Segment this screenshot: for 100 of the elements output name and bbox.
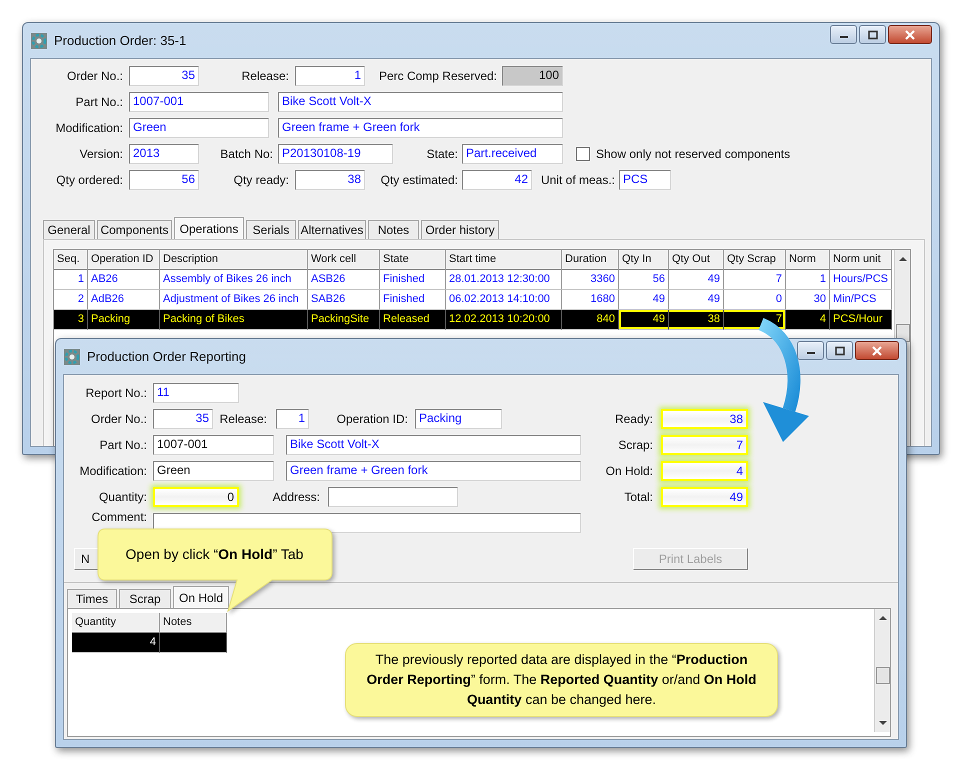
callout-text: Open by click “On Hold” Tab xyxy=(124,545,304,564)
minimize-button[interactable] xyxy=(830,25,857,44)
input-field[interactable]: 1 xyxy=(276,409,309,429)
table-row[interactable]: 3 Packing Packing of Bikes PackingSite Released 12.02.2013 10:20:00 840 49 38 7 4 PCS/Hour xyxy=(54,310,892,330)
checkbox[interactable] xyxy=(576,147,590,161)
column-header[interactable]: Seq. xyxy=(54,250,88,270)
scroll-up-icon[interactable] xyxy=(898,256,908,262)
gear-icon xyxy=(63,348,81,366)
column-header[interactable]: Qty In xyxy=(619,250,669,270)
field-label: Quantity: xyxy=(98,490,147,504)
gear-icon xyxy=(30,32,48,50)
field-label: Qty ordered: xyxy=(55,173,123,187)
table-cell: 49 xyxy=(669,270,724,290)
table-cell: PCS/Hour xyxy=(830,310,892,330)
table-cell: 840 xyxy=(562,310,619,330)
tab[interactable]: Components xyxy=(97,220,172,239)
tab[interactable]: Times xyxy=(67,589,117,608)
input-field[interactable]: 35 xyxy=(129,66,199,86)
maximize-button[interactable] xyxy=(859,25,886,44)
field-label: Version: xyxy=(78,147,123,161)
tab[interactable]: On Hold xyxy=(173,586,229,608)
input-field[interactable]: 7 xyxy=(661,435,748,455)
maximize-button[interactable] xyxy=(826,341,853,360)
input-field[interactable] xyxy=(153,513,581,533)
input-field[interactable]: 35 xyxy=(153,409,213,429)
table-cell: 4 xyxy=(786,310,830,330)
scroll-up-icon[interactable] xyxy=(878,615,888,621)
column-header[interactable]: Norm xyxy=(786,250,830,270)
input-field[interactable]: 100 xyxy=(502,66,563,86)
field-label: Operation ID: xyxy=(336,412,408,426)
close-button[interactable] xyxy=(855,341,899,360)
input-field[interactable]: Green xyxy=(129,118,269,138)
scrollbar[interactable] xyxy=(874,609,890,732)
field-label: Ready: xyxy=(614,412,653,426)
column-header[interactable]: Description xyxy=(160,250,308,270)
table-cell: 4 xyxy=(72,633,160,653)
column-header[interactable]: Start time xyxy=(446,250,562,270)
table-cell: Hours/PCS xyxy=(830,270,892,290)
input-field[interactable]: 1007-001 xyxy=(153,435,274,455)
field-label: Report No.: xyxy=(84,386,147,400)
table-row[interactable]: 1 AB26 Assembly of Bikes 26 inch ASB26 Finished 28.01.2013 12:30:00 3360 56 49 7 1 Hours/PCS xyxy=(54,270,892,290)
column-header[interactable]: State xyxy=(380,250,446,270)
column-header[interactable]: Notes xyxy=(160,613,227,633)
tab[interactable]: Notes xyxy=(368,220,419,239)
table-cell: 38 xyxy=(669,310,724,330)
tab[interactable]: General xyxy=(43,220,95,239)
table-row[interactable]: 4 xyxy=(72,633,227,653)
column-header[interactable]: Operation ID xyxy=(88,250,160,270)
minimize-button[interactable] xyxy=(797,341,824,360)
input-field[interactable]: 4 xyxy=(661,461,748,481)
field-label: Modification: xyxy=(54,121,123,135)
input-field[interactable]: Green frame + Green fork xyxy=(286,461,581,481)
tab[interactable]: Alternatives xyxy=(298,220,366,239)
input-field[interactable]: Green xyxy=(153,461,274,481)
input-field[interactable]: Packing xyxy=(415,409,502,429)
input-field[interactable]: 0 xyxy=(153,487,239,507)
column-header[interactable]: Quantity xyxy=(72,613,160,633)
input-field[interactable]: 11 xyxy=(153,383,239,403)
field-label: Part No.: xyxy=(74,95,123,109)
scroll-down-icon[interactable] xyxy=(878,720,888,726)
checkbox-label: Show only not reserved components xyxy=(596,147,790,161)
field-label: Modification: xyxy=(78,464,147,478)
input-field[interactable]: 2013 xyxy=(129,144,199,164)
window-title: Production Order Reporting xyxy=(87,349,246,364)
input-field[interactable]: Bike Scott Volt-X xyxy=(286,435,581,455)
field-label: Release: xyxy=(240,69,289,83)
input-field[interactable] xyxy=(328,487,458,507)
field-label: Release: xyxy=(218,412,267,426)
input-field[interactable]: Part.received xyxy=(462,144,563,164)
callout-text: The previously reported data are displayed in the “Production Order Reporting” form. The Reported Quantity or/and On Hold Quantity can be changed here. xyxy=(366,651,758,709)
table-cell: Released xyxy=(380,310,446,330)
tab[interactable]: Order history xyxy=(421,220,499,239)
column-header[interactable]: Duration xyxy=(562,250,619,270)
input-field[interactable]: 38 xyxy=(661,409,748,429)
field-label: Batch No: xyxy=(219,147,273,161)
field-label: On Hold: xyxy=(604,464,653,478)
tab[interactable]: Operations xyxy=(174,217,244,239)
input-field[interactable]: 38 xyxy=(295,170,365,190)
column-header[interactable]: Qty Out xyxy=(669,250,724,270)
table-cell: Packing xyxy=(88,310,160,330)
scroll-thumb[interactable] xyxy=(876,667,890,684)
input-field[interactable]: 1007-001 xyxy=(129,92,269,112)
column-header[interactable]: Work cell xyxy=(308,250,380,270)
input-field[interactable]: 56 xyxy=(129,170,199,190)
input-field[interactable]: P20130108-19 xyxy=(278,144,393,164)
field-label: Perc Comp Reserved: xyxy=(378,69,497,83)
table-cell: 3360 xyxy=(562,270,619,290)
column-header[interactable]: Qty Scrap xyxy=(724,250,786,270)
close-button[interactable] xyxy=(888,25,932,44)
input-field[interactable]: Bike Scott Volt-X xyxy=(278,92,563,112)
input-field[interactable]: 49 xyxy=(661,487,748,507)
input-field[interactable]: PCS xyxy=(619,170,671,190)
tab[interactable]: Scrap xyxy=(119,589,171,608)
field-label: Order No.: xyxy=(66,69,123,83)
table-cell: PackingSite xyxy=(308,310,380,330)
tab[interactable]: Serials xyxy=(246,220,296,239)
column-header[interactable]: Norm unit xyxy=(830,250,892,270)
input-field[interactable]: Green frame + Green fork xyxy=(278,118,563,138)
input-field[interactable]: 1 xyxy=(295,66,365,86)
input-field[interactable]: 42 xyxy=(462,170,532,190)
